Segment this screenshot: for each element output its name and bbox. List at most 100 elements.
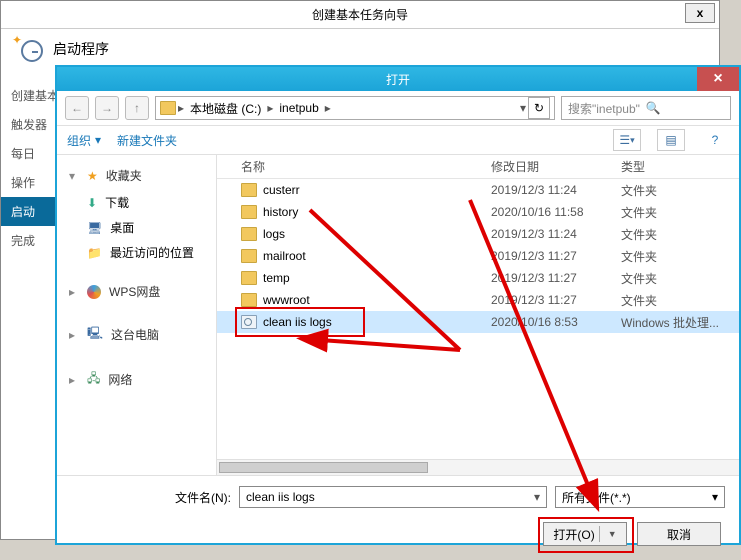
- folder-icon: [241, 205, 257, 219]
- toolbar: 组织 ▾ 新建文件夹 ☰ ▾ ▤ ?: [57, 125, 739, 155]
- file-name: custerr: [263, 183, 300, 197]
- file-rows: custerr2019/12/3 11:24文件夹history2020/10/…: [217, 179, 739, 459]
- chevron-down-icon: ▾: [712, 490, 718, 504]
- address-bar: ← → ↑ ▸ 本地磁盘 (C:) ▸ inetpub ▸ ▾ ↻ 搜索"ine…: [57, 91, 739, 125]
- chevron-right-icon: ▸: [69, 328, 79, 342]
- breadcrumb[interactable]: ▸ 本地磁盘 (C:) ▸ inetpub ▸ ▾ ↻: [155, 96, 555, 120]
- file-type-filter[interactable]: 所有文件(*.*) ▾: [555, 486, 725, 508]
- search-icon: 🔍: [646, 101, 661, 115]
- tree-wps[interactable]: ▸ WPS网盘: [57, 277, 216, 306]
- file-row[interactable]: temp 2019/12/3 11:27文件夹: [217, 267, 739, 289]
- open-file-dialog: 打开 × ← → ↑ ▸ 本地磁盘 (C:) ▸ inetpub ▸ ▾ ↻ 搜…: [56, 66, 740, 544]
- open-button[interactable]: 打开(O) ▼: [543, 522, 627, 546]
- dialog-titlebar: 打开 ×: [57, 67, 739, 91]
- file-type: 文件夹: [621, 226, 739, 243]
- network-icon: 🖧: [87, 369, 100, 390]
- refresh-button[interactable]: ↻: [528, 97, 550, 119]
- help-button[interactable]: ?: [701, 129, 729, 151]
- file-name: temp: [263, 271, 290, 285]
- file-name: clean iis logs: [263, 315, 332, 329]
- file-row[interactable]: wwwroot 2019/12/3 11:27文件夹: [217, 289, 739, 311]
- folder-icon: [241, 227, 257, 241]
- file-row[interactable]: clean iis logs 2020/10/16 8:53Windows 批处理…: [217, 311, 739, 333]
- folder-icon: [241, 293, 257, 307]
- tree-desktop[interactable]: 🖥 桌面: [57, 215, 216, 240]
- file-date: 2019/12/3 11:24: [491, 227, 621, 241]
- folder-icon: [241, 249, 257, 263]
- column-headers: 名称 修改日期 类型: [217, 155, 739, 179]
- preview-pane-button[interactable]: ▤: [657, 129, 685, 151]
- wps-icon: [87, 285, 101, 299]
- chevron-right-icon: ▸: [267, 101, 273, 115]
- open-dropdown-icon[interactable]: ▼: [608, 529, 617, 539]
- file-type: 文件夹: [621, 270, 739, 287]
- file-date: 2019/12/3 11:27: [491, 249, 621, 263]
- file-name: history: [263, 205, 298, 219]
- wizard-subtitle: 启动程序: [53, 39, 109, 59]
- tree-recent[interactable]: 📁 最近访问的位置: [57, 240, 216, 265]
- breadcrumb-dropdown-icon[interactable]: ▾: [520, 101, 526, 115]
- folder-icon: [241, 271, 257, 285]
- tree-this-pc[interactable]: ▸ 🖳 这台电脑: [57, 318, 216, 351]
- file-row[interactable]: history 2020/10/16 11:58文件夹: [217, 201, 739, 223]
- dialog-bottom: 文件名(N): clean iis logs ▾ 所有文件(*.*) ▾ 打开(…: [57, 475, 739, 560]
- file-type: 文件夹: [621, 204, 739, 221]
- file-date: 2020/10/16 11:58: [491, 205, 621, 219]
- computer-icon: 🖳: [87, 324, 103, 345]
- file-date: 2020/10/16 8:53: [491, 315, 621, 329]
- chevron-right-icon: ▸: [69, 285, 79, 299]
- horizontal-scrollbar[interactable]: [217, 459, 739, 475]
- batch-file-icon: [241, 315, 257, 329]
- col-type[interactable]: 类型: [621, 158, 739, 175]
- file-type: 文件夹: [621, 292, 739, 309]
- chevron-right-icon: ▸: [69, 373, 79, 387]
- nav-back-button[interactable]: ←: [65, 96, 89, 120]
- file-date: 2019/12/3 11:27: [491, 293, 621, 307]
- drive-icon: [160, 101, 176, 115]
- filename-input[interactable]: clean iis logs ▾: [239, 486, 547, 508]
- navigation-tree: ▾ ★ 收藏夹 ⬇ 下载 🖥 桌面 📁 最近访问的位置 ▸ WPS网盘: [57, 155, 217, 475]
- file-type: 文件夹: [621, 182, 739, 199]
- col-date[interactable]: 修改日期: [491, 158, 621, 175]
- wizard-titlebar: 创建基本任务向导 x: [1, 1, 719, 29]
- tree-network[interactable]: ▸ 🖧 网络: [57, 363, 216, 396]
- nav-forward-button[interactable]: →: [95, 96, 119, 120]
- file-type: Windows 批处理...: [621, 314, 739, 331]
- file-name: wwwroot: [263, 293, 310, 307]
- breadcrumb-drive[interactable]: 本地磁盘 (C:): [186, 100, 265, 117]
- tree-downloads[interactable]: ⬇ 下载: [57, 190, 216, 215]
- file-name: mailroot: [263, 249, 306, 263]
- col-name[interactable]: 名称: [241, 158, 491, 175]
- wizard-subheader: ✦ 启动程序: [1, 29, 719, 69]
- chevron-down-icon[interactable]: ▾: [534, 490, 540, 504]
- file-list: 名称 修改日期 类型 custerr2019/12/3 11:24文件夹hist…: [217, 155, 739, 475]
- folder-icon: [241, 183, 257, 197]
- scheduled-task-icon: ✦: [15, 36, 43, 62]
- view-mode-button[interactable]: ☰ ▾: [613, 129, 641, 151]
- organize-menu[interactable]: 组织 ▾: [67, 132, 101, 149]
- chevron-right-icon: ▸: [178, 101, 184, 115]
- cancel-button[interactable]: 取消: [637, 522, 721, 546]
- dialog-title: 打开: [386, 71, 410, 88]
- search-input[interactable]: 搜索"inetpub" 🔍: [561, 96, 731, 120]
- wizard-title: 创建基本任务向导: [312, 6, 408, 23]
- search-placeholder: 搜索"inetpub": [568, 100, 640, 117]
- breadcrumb-folder[interactable]: inetpub: [275, 101, 322, 115]
- file-name: logs: [263, 227, 285, 241]
- recent-icon: 📁: [87, 246, 102, 260]
- file-row[interactable]: logs 2019/12/3 11:24文件夹: [217, 223, 739, 245]
- file-date: 2019/12/3 11:27: [491, 271, 621, 285]
- dialog-close-button[interactable]: ×: [697, 67, 739, 91]
- chevron-down-icon: ▾: [95, 133, 101, 147]
- file-type: 文件夹: [621, 248, 739, 265]
- file-row[interactable]: mailroot 2019/12/3 11:27文件夹: [217, 245, 739, 267]
- nav-up-button[interactable]: ↑: [125, 96, 149, 120]
- new-folder-button[interactable]: 新建文件夹: [117, 132, 177, 149]
- desktop-icon: 🖥: [87, 221, 102, 235]
- star-icon: ★: [87, 169, 98, 183]
- filename-label: 文件名(N):: [71, 489, 231, 506]
- tree-favorites[interactable]: ▾ ★ 收藏夹: [57, 161, 216, 190]
- file-row[interactable]: custerr2019/12/3 11:24文件夹: [217, 179, 739, 201]
- download-icon: ⬇: [87, 196, 97, 210]
- wizard-close-button[interactable]: x: [685, 3, 715, 23]
